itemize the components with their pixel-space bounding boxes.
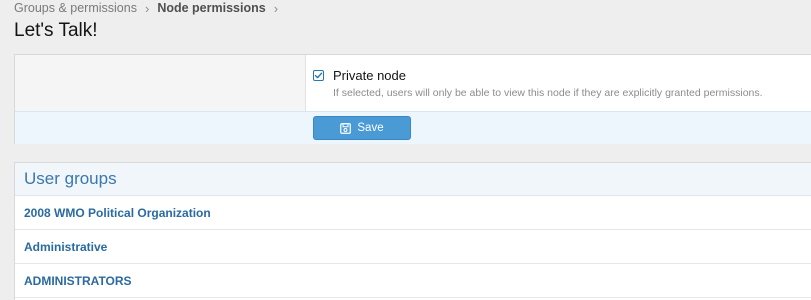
breadcrumb-separator: › xyxy=(144,0,150,16)
breadcrumb-separator: › xyxy=(273,0,279,16)
list-item: Administrative xyxy=(15,230,811,264)
breadcrumb-node-permissions[interactable]: Node permissions xyxy=(157,1,265,15)
list-item: 2008 WMO Political Organization xyxy=(15,196,811,230)
private-node-row: Private node If selected, users will onl… xyxy=(15,55,811,111)
list-item: ADMINISTRATORS xyxy=(15,264,811,298)
save-icon xyxy=(340,122,352,134)
user-groups-panel: User groups 2008 WMO Political Organizat… xyxy=(14,162,811,300)
save-button-label: Save xyxy=(357,122,384,134)
page-title: Let's Talk! xyxy=(14,20,98,41)
save-button[interactable]: Save xyxy=(313,116,411,140)
private-node-label[interactable]: Private node xyxy=(333,68,406,83)
breadcrumb: Groups & permissions › Node permissions … xyxy=(14,0,278,16)
user-group-link[interactable]: Administrative xyxy=(24,240,107,254)
form-submit-row: Save xyxy=(15,111,811,144)
user-group-link[interactable]: 2008 WMO Political Organization xyxy=(24,206,211,220)
checkmark-icon xyxy=(314,72,323,79)
user-group-link[interactable]: ADMINISTRATORS xyxy=(24,274,132,288)
page: Groups & permissions › Node permissions … xyxy=(0,0,811,300)
breadcrumb-groups-permissions[interactable]: Groups & permissions xyxy=(14,1,137,15)
private-node-checkbox[interactable] xyxy=(313,70,324,81)
options-label-column xyxy=(15,55,306,111)
user-groups-heading: User groups xyxy=(15,163,811,196)
private-node-hint: If selected, users will only be able to … xyxy=(333,87,763,99)
node-options-form: Private node If selected, users will onl… xyxy=(14,54,811,144)
